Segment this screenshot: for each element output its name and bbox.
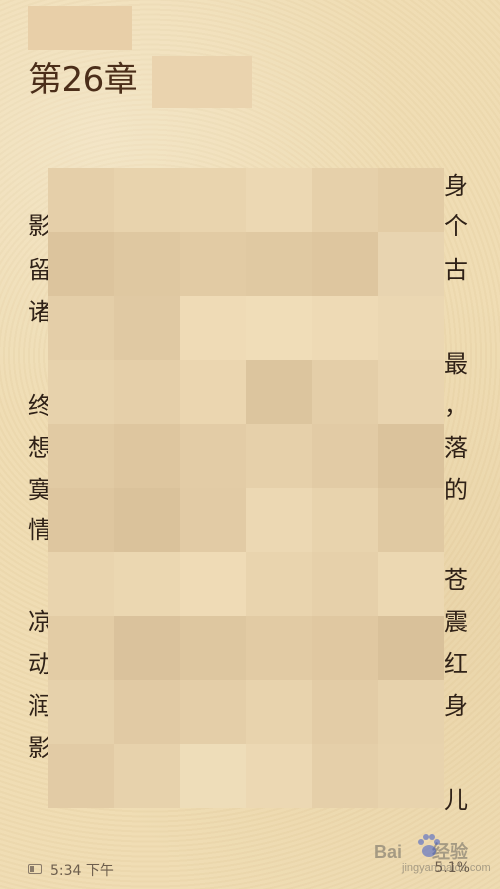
mosaic-tile [114,424,180,488]
mosaic-tile [180,680,246,744]
mosaic-tile [180,488,246,552]
mosaic-tile [48,680,114,744]
mosaic-tile [114,744,180,808]
mosaic-tile [378,552,444,616]
mosaic-tile [378,680,444,744]
text-fragment: 个 [444,212,468,240]
text-fragment: ， [444,392,468,420]
mosaic-tile [312,360,378,424]
paw-logo-icon [418,834,440,857]
mosaic-tile [378,232,444,296]
chapter-title: 第26章 [28,60,138,100]
mosaic-tile [180,296,246,360]
mosaic-tile [246,616,312,680]
mosaic-tile [312,680,378,744]
text-fragment: 的 [444,476,468,504]
mosaic-tile [114,296,180,360]
mosaic-tile [312,232,378,296]
mosaic-tile [48,488,114,552]
mosaic-tile [246,424,312,488]
mosaic-tile [246,168,312,232]
status-time: 5:34 下午 [50,863,114,879]
mosaic-tile [114,232,180,296]
mosaic-tile [246,488,312,552]
text-fragment: 苍 [444,566,468,594]
mosaic-tile [180,232,246,296]
mosaic-tile [378,168,444,232]
mosaic-tile [378,424,444,488]
mosaic-tile [378,616,444,680]
redacted-title-block [152,56,252,108]
redacted-body-mosaic [48,168,444,808]
mosaic-tile [312,168,378,232]
mosaic-tile [114,552,180,616]
mosaic-tile [312,488,378,552]
mosaic-tile [312,744,378,808]
battery-icon [28,864,42,874]
mosaic-tile [48,168,114,232]
mosaic-tile [180,424,246,488]
mosaic-tile [180,616,246,680]
watermark-url: jingyan.baidu.com [402,862,491,874]
mosaic-tile [312,424,378,488]
text-fragment: 最 [444,350,468,378]
mosaic-tile [378,744,444,808]
mosaic-tile [180,168,246,232]
mosaic-tile [246,744,312,808]
mosaic-tile [312,296,378,360]
mosaic-tile [48,616,114,680]
mosaic-tile [48,744,114,808]
text-fragment: 震 [444,608,468,636]
mosaic-tile [114,680,180,744]
mosaic-tile [246,360,312,424]
mosaic-tile [48,296,114,360]
mosaic-tile [180,744,246,808]
text-fragment: 落 [444,434,468,462]
mosaic-tile [48,424,114,488]
mosaic-tile [114,488,180,552]
mosaic-tile [180,552,246,616]
mosaic-tile [246,680,312,744]
mosaic-tile [246,232,312,296]
mosaic-tile [114,168,180,232]
text-fragment: 红 [444,650,468,678]
mosaic-tile [180,360,246,424]
mosaic-tile [378,296,444,360]
mosaic-tile [378,488,444,552]
text-fragment: 古 [444,256,468,284]
mosaic-tile [48,552,114,616]
mosaic-tile [114,360,180,424]
text-fragment: 身 [444,692,468,720]
mosaic-tile [312,616,378,680]
baidu-jingyan-watermark: Bai 经验 jingyan.baidu.com [350,830,491,885]
mosaic-tile [378,360,444,424]
mosaic-tile [48,360,114,424]
text-fragment: 身 [444,172,468,200]
mosaic-tile [48,232,114,296]
mosaic-tile [312,552,378,616]
mosaic-tile [246,552,312,616]
text-fragment: 儿 [444,786,468,814]
mosaic-tile [246,296,312,360]
redacted-header-block [28,6,132,50]
mosaic-tile [114,616,180,680]
